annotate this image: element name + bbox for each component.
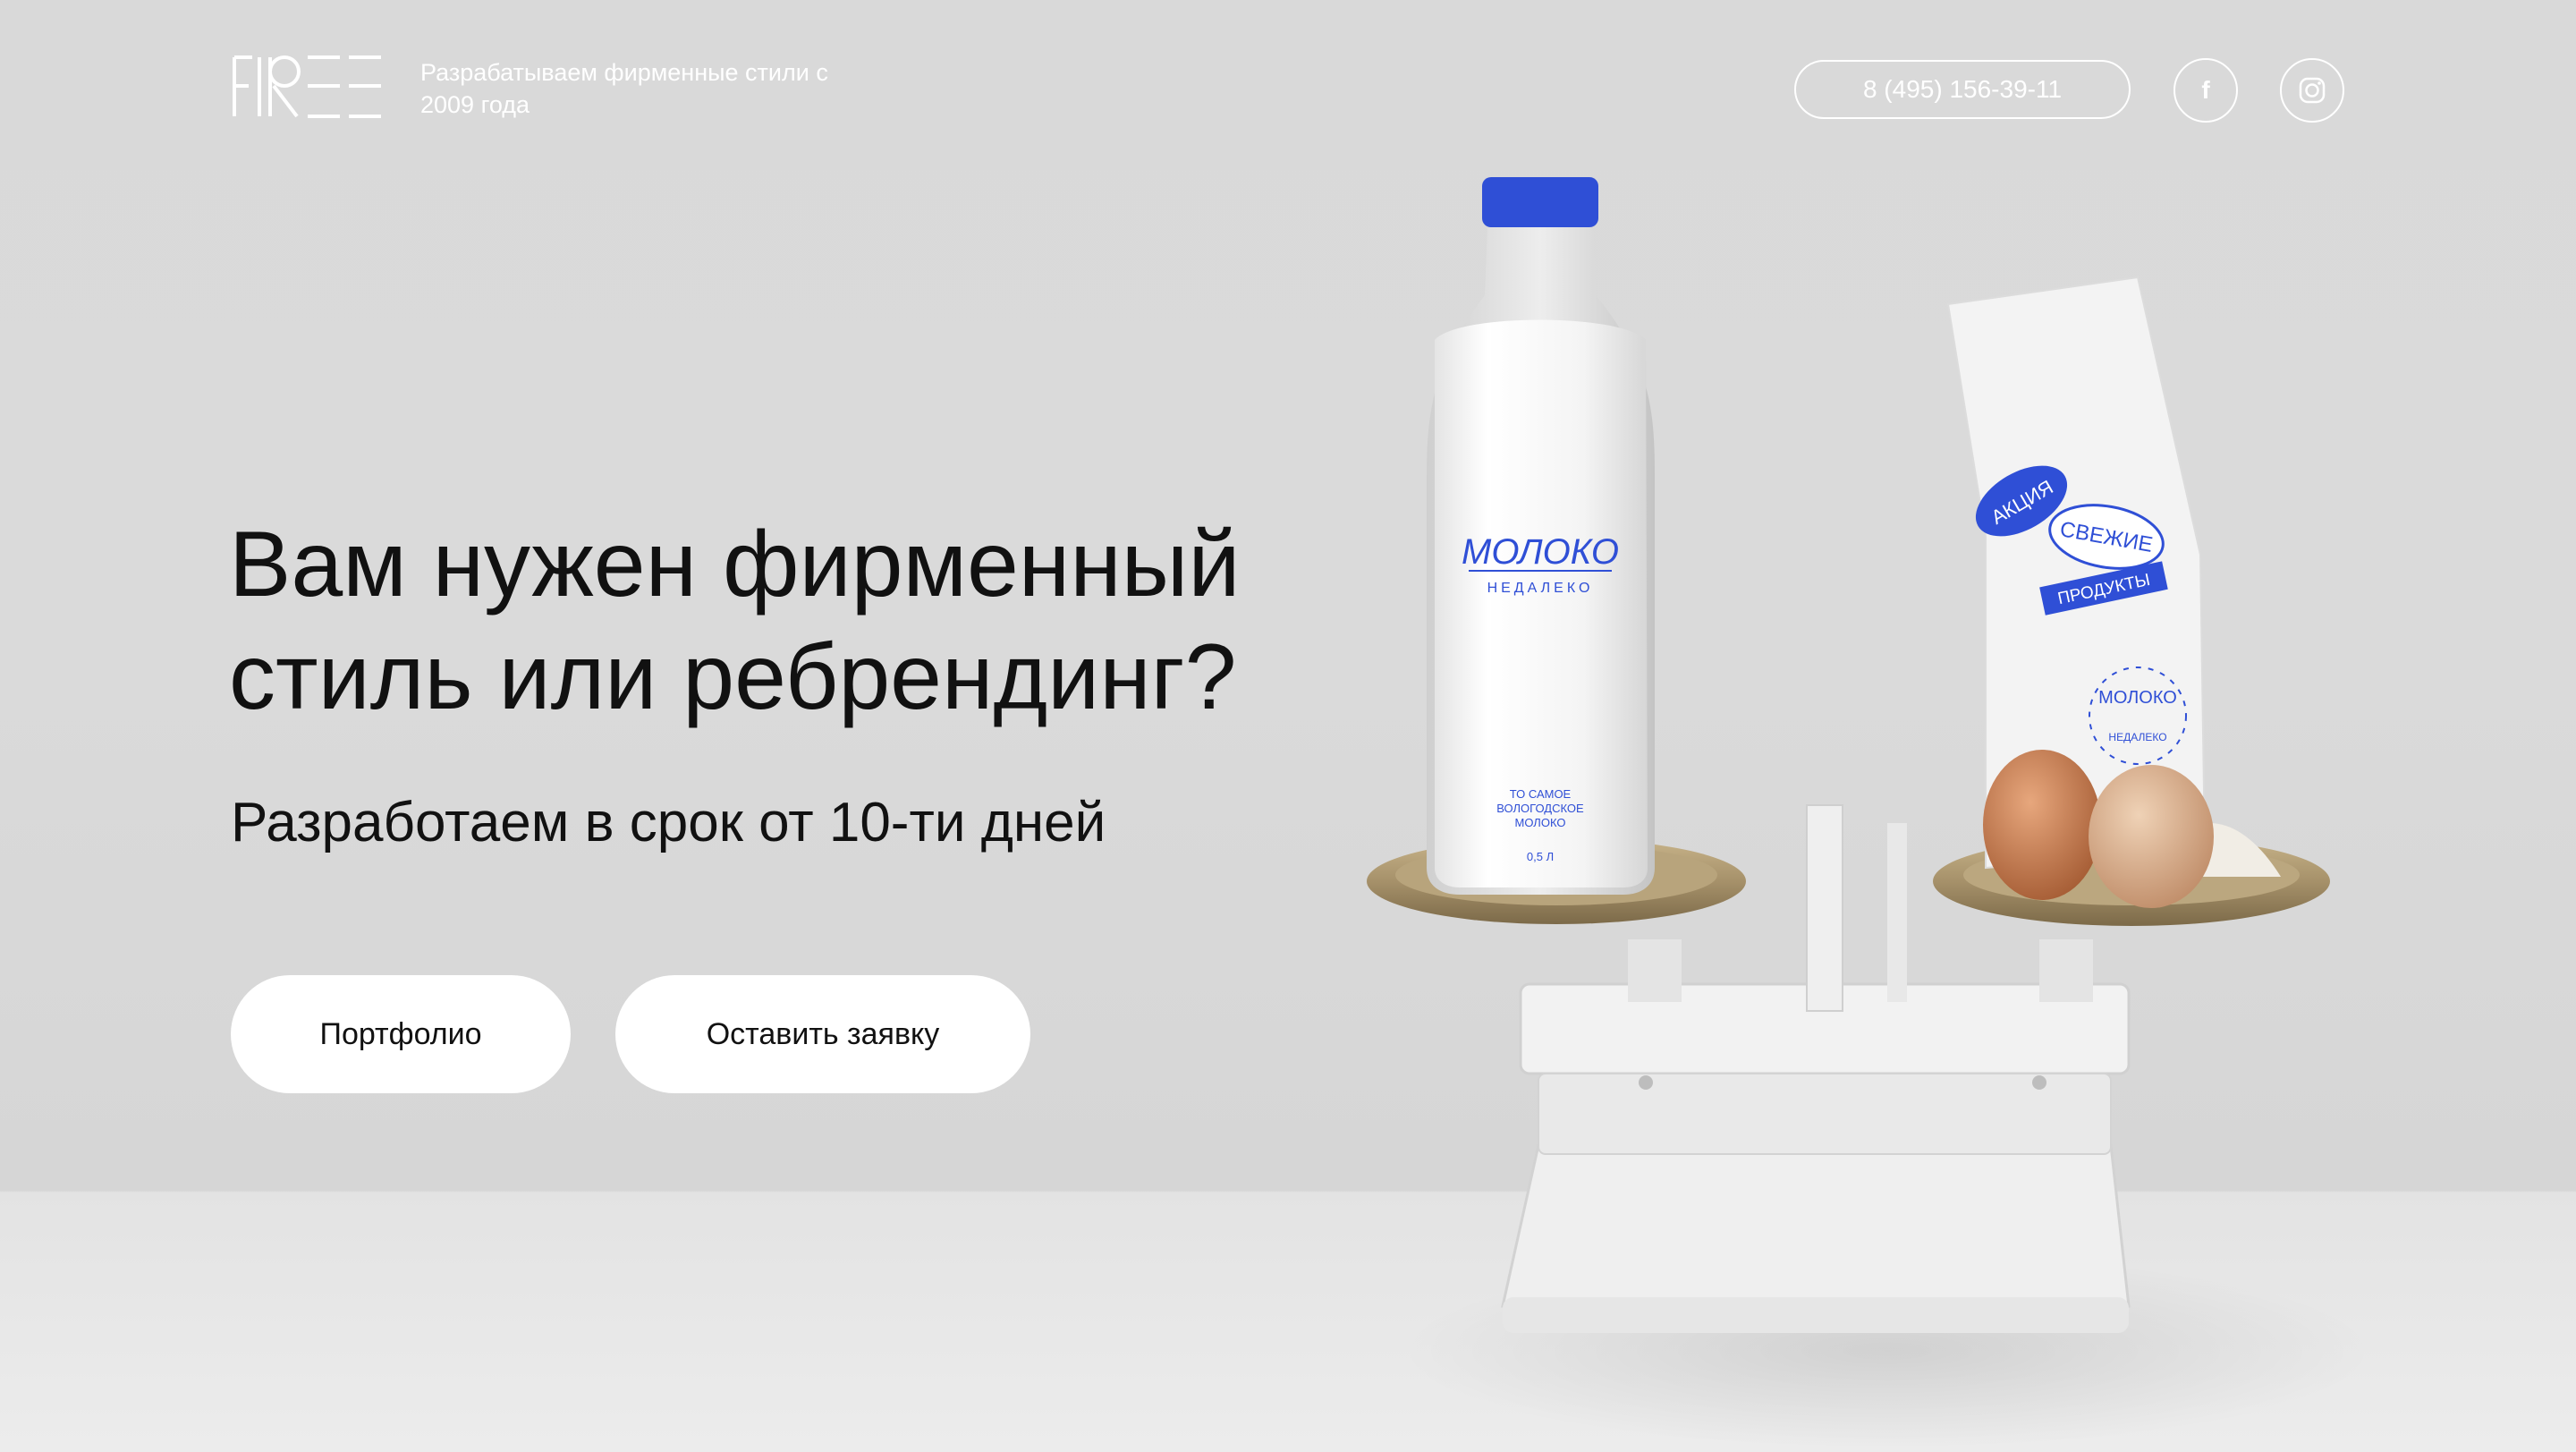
light-egg — [2089, 765, 2214, 908]
header-tagline: Разрабатываем фирменные стили с 2009 год… — [420, 59, 828, 118]
svg-text:ТО САМОЕ: ТО САМОЕ — [1510, 787, 1572, 801]
hero-headline: Вам нужен фирменный стиль или ребрендинг… — [229, 513, 1241, 729]
request-button[interactable]: Оставить заявку — [615, 975, 1030, 1093]
phone-button[interactable]: 8 (495) 156-39-11 — [1794, 60, 2131, 119]
brown-egg — [1983, 750, 2101, 900]
svg-text:0,5 Л: 0,5 Л — [1527, 850, 1554, 863]
instagram-button[interactable] — [2280, 58, 2344, 123]
instagram-icon — [2299, 77, 2326, 104]
portfolio-button[interactable]: Портфолио — [231, 975, 571, 1093]
svg-text:МОЛОКО: МОЛОКО — [1515, 816, 1566, 829]
svg-text:НЕДАЛЕКО: НЕДАЛЕКО — [2108, 731, 2166, 743]
svg-text:МОЛОКО: МОЛОКО — [2098, 688, 2177, 708]
hero-subheadline: Разработаем в срок от 10-ти дней — [231, 792, 1106, 853]
svg-text:МОЛОКО: МОЛОКО — [1462, 532, 1619, 572]
svg-text:НЕДАЛЕКО: НЕДАЛЕКО — [1487, 581, 1594, 596]
site-header: Разрабатываем фирменные стили с 2009 год… — [0, 0, 2576, 179]
free-logo[interactable] — [231, 54, 383, 120]
facebook-button[interactable]: f — [2174, 58, 2238, 123]
facebook-icon: f — [2201, 76, 2210, 104]
milk-bottle: МОЛОКО НЕДАЛЕКО ТО САМОЕ ВОЛОГОДСКОЕ МОЛ… — [1427, 177, 1655, 895]
svg-text:ВОЛОГОДСКОЕ: ВОЛОГОДСКОЕ — [1496, 802, 1584, 815]
product-photo: МОЛОКО НЕДАЛЕКО ТО САМОЕ ВОЛОГОДСКОЕ МОЛ… — [1367, 177, 2330, 1333]
